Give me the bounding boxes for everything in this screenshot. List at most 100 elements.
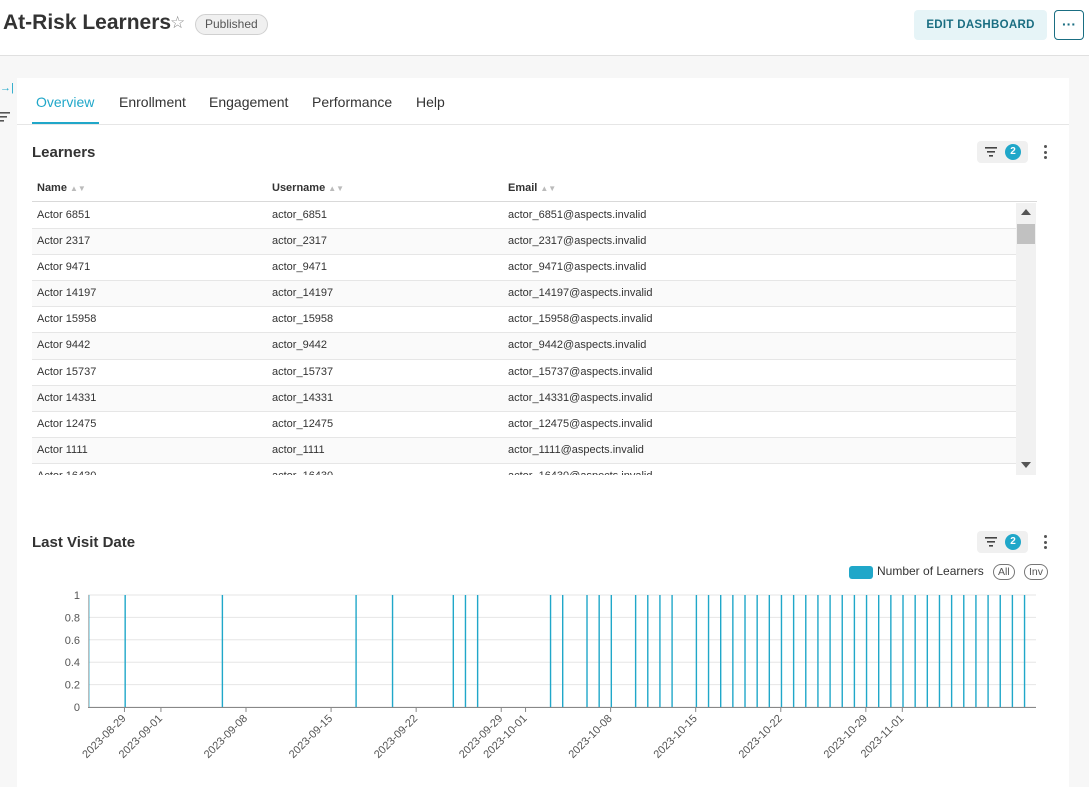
- tab-performance[interactable]: Performance: [312, 94, 392, 110]
- cell-email: actor_9471@aspects.invalid: [508, 261, 647, 274]
- table-row[interactable]: Actor 16430 actor_16430 actor_16430@aspect…: [32, 464, 1016, 475]
- cell-name: Actor 14197: [37, 287, 97, 300]
- chart-bar: [805, 595, 807, 707]
- table-row[interactable]: Actor 14331 actor_14331 actor_14331@aspect…: [32, 385, 1016, 412]
- column-name-label: Name: [37, 182, 67, 194]
- sort-icon: ▲▼: [69, 184, 86, 193]
- chart-bar: [987, 595, 989, 707]
- cell-email: actor_16430@aspects.invalid: [508, 470, 652, 475]
- x-tick-label: 2023-09-08: [202, 713, 250, 761]
- table-row[interactable]: Actor 6851 actor_6851 actor_6851@aspects.i…: [32, 203, 1016, 230]
- chart-bar: [464, 595, 467, 707]
- chart-bar: [878, 595, 880, 707]
- cell-username: actor_2317: [272, 235, 328, 248]
- chart-bar: [975, 595, 977, 707]
- scrollbar-thumb[interactable]: [1017, 224, 1035, 244]
- chart-bar: [865, 595, 868, 707]
- filter-count-badge: 2: [1005, 534, 1021, 550]
- tab-help[interactable]: Help: [416, 94, 445, 110]
- table-row[interactable]: Actor 15737 actor_15737 actor_15737@aspect…: [32, 360, 1016, 386]
- edit-dashboard-button[interactable]: EDIT DASHBOARD: [914, 10, 1047, 40]
- learners-table-header: Name ▲▼ Username ▲▼ Email ▲▼: [32, 176, 1037, 202]
- x-tick-label: 2023-09-22: [372, 713, 420, 761]
- dashboard-content: Overview Enrollment Engagement Performan…: [17, 78, 1069, 787]
- x-tick-label: 2023-10-22: [737, 713, 785, 761]
- native-filter-icon[interactable]: [0, 110, 10, 124]
- chart-bar: [926, 595, 929, 707]
- chart-bar: [938, 595, 941, 707]
- legend-all-toggle[interactable]: All: [993, 564, 1015, 580]
- learners-table-body: Actor 6851 actor_6851 actor_6851@aspects.i…: [32, 203, 1016, 475]
- column-header-name[interactable]: Name ▲▼: [37, 182, 86, 194]
- tab-engagement[interactable]: Engagement: [209, 94, 288, 110]
- chart-bar: [452, 595, 455, 707]
- y-tick-label: 0.8: [65, 612, 80, 624]
- filter-icon: [985, 147, 997, 157]
- cell-email: actor_14197@aspects.invalid: [508, 287, 653, 300]
- chart-bar: [610, 595, 613, 707]
- table-row[interactable]: Actor 9471 actor_9471 actor_9471@aspects.i…: [32, 255, 1016, 282]
- cell-username: actor_16430: [272, 470, 333, 475]
- legend-series-label[interactable]: Number of Learners: [877, 564, 984, 578]
- chart-bar: [671, 595, 673, 707]
- chart-bar: [999, 595, 1001, 707]
- cell-name: Actor 15737: [37, 365, 97, 378]
- sort-icon: ▲▼: [540, 184, 557, 193]
- learners-filter-chip[interactable]: 2: [977, 141, 1028, 163]
- chart-bar: [817, 595, 819, 707]
- table-row[interactable]: Actor 15958 actor_15958 actor_15958@aspect…: [32, 307, 1016, 334]
- last-visit-filter-chip[interactable]: 2: [977, 531, 1028, 553]
- filter-icon: [985, 537, 997, 547]
- chart-bar: [659, 595, 661, 707]
- tab-enrollment[interactable]: Enrollment: [119, 94, 186, 110]
- table-row[interactable]: Actor 12475 actor_12475 actor_12475@aspect…: [32, 412, 1016, 438]
- cell-username: actor_6851: [272, 209, 328, 221]
- cell-email: actor_12475@aspects.invalid: [508, 417, 653, 430]
- cell-email: actor_15737@aspects.invalid: [508, 365, 653, 378]
- y-tick-label: 0.6: [65, 635, 80, 647]
- more-options-button[interactable]: ···: [1054, 10, 1084, 40]
- table-row[interactable]: Actor 9442 actor_9442 actor_9442@aspects.i…: [32, 333, 1016, 360]
- scroll-down-arrow-icon[interactable]: [1021, 462, 1031, 468]
- cell-name: Actor 14331: [37, 391, 97, 404]
- cell-email: actor_1111@aspects.invalid: [508, 443, 644, 456]
- table-row[interactable]: Actor 14197 actor_14197 actor_14197@aspect…: [32, 281, 1016, 308]
- active-tab-indicator: [32, 122, 99, 124]
- expand-sidebar-icon[interactable]: →|: [0, 82, 14, 94]
- table-row[interactable]: Actor 2317 actor_2317 actor_2317@aspects.i…: [32, 229, 1016, 256]
- cell-username: actor_15958: [272, 313, 334, 326]
- column-header-username[interactable]: Username ▲▼: [272, 182, 344, 194]
- learners-title: Learners: [32, 144, 96, 161]
- chart-bar: [634, 595, 637, 707]
- x-tick-label: 2023-10-15: [652, 713, 700, 761]
- chart-bar: [914, 595, 916, 707]
- tab-overview[interactable]: Overview: [36, 94, 94, 110]
- chart-bar: [355, 595, 357, 707]
- column-header-email[interactable]: Email ▲▼: [508, 182, 556, 194]
- cell-username: actor_1111: [272, 443, 325, 456]
- chart-bar: [586, 595, 588, 707]
- table-scrollbar[interactable]: [1016, 203, 1036, 475]
- legend-swatch[interactable]: [849, 566, 873, 579]
- chart-bar: [829, 595, 831, 707]
- legend-invert-toggle[interactable]: Inv: [1024, 564, 1049, 580]
- chart-bar: [695, 595, 698, 707]
- favorite-star-icon[interactable]: ☆: [170, 13, 185, 33]
- cell-name: Actor 2317: [37, 235, 91, 248]
- cell-username: actor_12475: [272, 417, 334, 430]
- chart-bar: [963, 595, 965, 707]
- cell-name: Actor 9442: [37, 339, 91, 352]
- cell-email: actor_15958@aspects.invalid: [508, 313, 653, 326]
- chart-bar: [756, 595, 758, 707]
- last-visit-menu-icon[interactable]: [1044, 535, 1048, 552]
- learners-menu-icon[interactable]: [1044, 145, 1048, 162]
- chart-bar: [647, 595, 649, 707]
- chart-bar: [853, 595, 856, 707]
- y-tick-label: 0.2: [65, 680, 80, 692]
- cell-name: Actor 9471: [37, 261, 91, 274]
- chart-bar: [950, 595, 953, 707]
- chart-bar: [1011, 595, 1014, 707]
- chart-bar: [1023, 595, 1026, 707]
- table-row[interactable]: Actor 1111 actor_1111 actor_1111@aspects.i…: [32, 437, 1016, 464]
- scroll-up-arrow-icon[interactable]: [1021, 209, 1031, 215]
